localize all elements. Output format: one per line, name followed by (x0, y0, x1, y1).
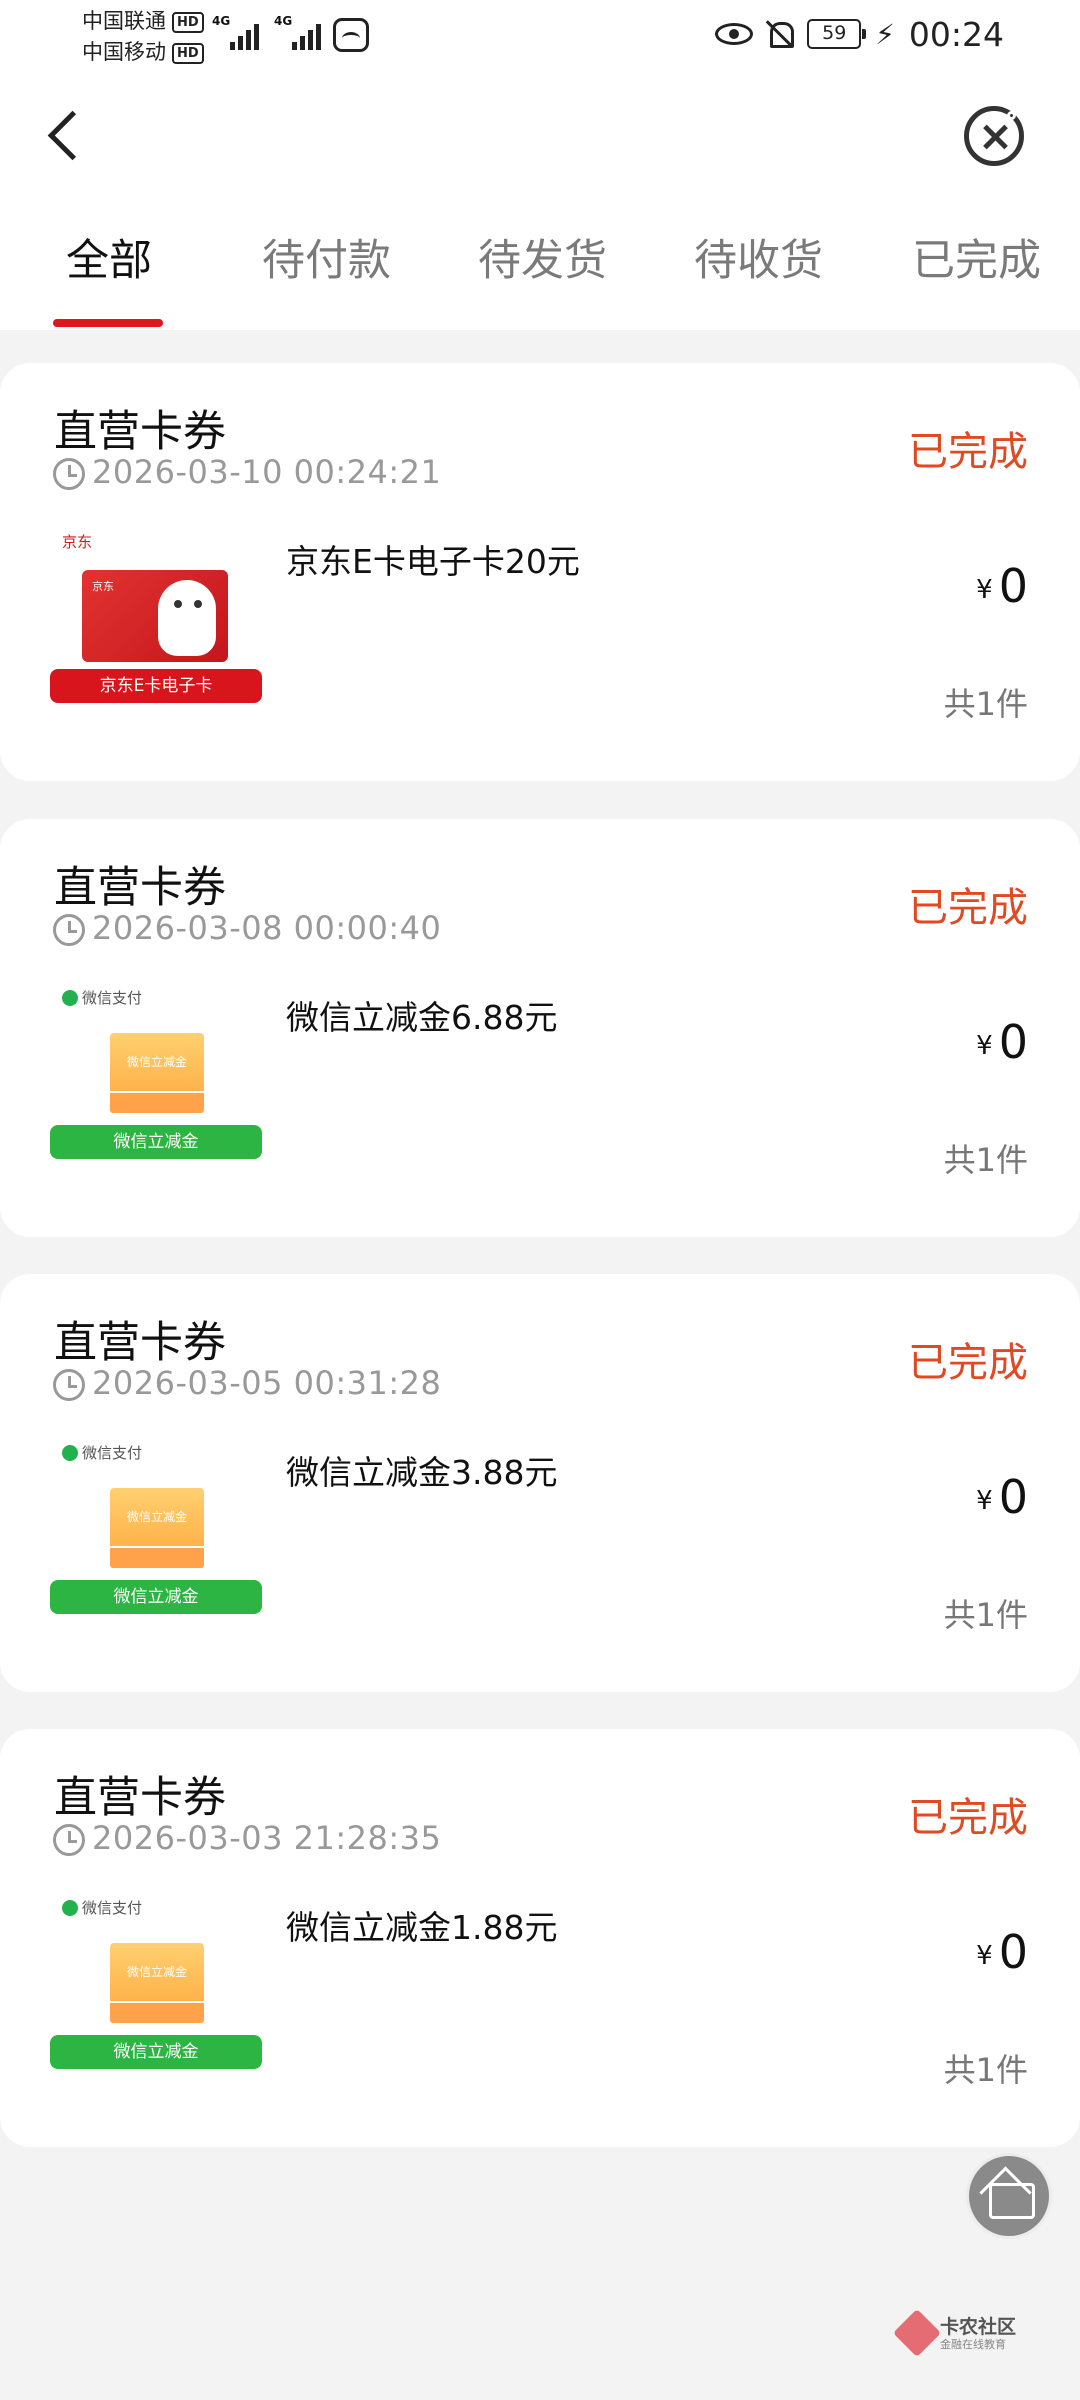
product-thumbnail: 微信支付 微信立减金 微信立减金 (50, 1891, 262, 2101)
eye-icon (715, 23, 754, 45)
bell-muted-icon (767, 20, 795, 48)
brand-label: 微信支付 (62, 987, 142, 1008)
product-name: 微信立减金1.88元 (286, 1908, 558, 1947)
clock-icon (53, 1824, 85, 1856)
product-name: 微信立减金3.88元 (286, 1453, 558, 1492)
product-thumbnail: 微信支付 微信立减金 微信立减金 (50, 981, 262, 1191)
coupon-image: 微信立减金 (110, 1943, 204, 2001)
wechat-pay-icon (62, 1900, 78, 1916)
order-status: 已完成 (908, 1340, 1028, 1386)
thumb-ribbon: 微信立减金 (50, 1125, 262, 1159)
status-bar: 中国联通 HD 中国移动 HD 4G 4G 59 ⚡ 00:24 (0, 0, 1080, 70)
product-thumbnail: 微信支付 微信立减金 微信立减金 (50, 1436, 262, 1646)
order-time: 2026-03-03 21:28:35 (92, 1819, 442, 1857)
wechat-pay-icon (62, 990, 78, 1006)
clock-icon (53, 914, 85, 946)
speedometer-icon (333, 18, 369, 52)
hd-badge: HD (172, 12, 204, 33)
product-name: 微信立减金6.88元 (286, 998, 558, 1037)
thumb-ribbon: 微信立减金 (50, 2035, 262, 2069)
wechat-pay-icon (62, 1445, 78, 1461)
shop-name: 直营卡券 (54, 407, 226, 457)
order-status: 已完成 (908, 885, 1028, 931)
coupon-image: 微信立减金 (110, 1488, 204, 1546)
thumb-ribbon: 微信立减金 (50, 1580, 262, 1614)
carrier-2: 中国移动 (82, 40, 166, 64)
order-card[interactable]: 直营卡券 2026-03-05 00:31:28 已完成 微信支付 微信立减金 … (0, 1274, 1080, 1692)
home-icon[interactable] (966, 2153, 1052, 2239)
watermark-logo-icon (892, 2308, 942, 2358)
product-thumbnail: 京东 京东 京东E卡电子卡 (50, 525, 262, 735)
clock: 00:24 (908, 14, 1004, 54)
order-card[interactable]: 直营卡券 2026-03-08 00:00:40 已完成 微信支付 微信立减金 … (0, 819, 1080, 1237)
coupon-image: 微信立减金 (110, 1033, 204, 1091)
tab-all[interactable]: 全部 (66, 226, 152, 288)
back-button[interactable] (38, 100, 98, 170)
hd-badge: HD (172, 43, 204, 64)
carrier-1: 中国联通 (82, 9, 166, 33)
close-circle-icon (1007, 111, 1016, 120)
order-time: 2026-03-05 00:31:28 (92, 1364, 442, 1402)
order-card[interactable]: 直营卡券 2026-03-10 00:24:21 已完成 京东 京东 京东E卡电… (0, 363, 1080, 781)
order-status: 已完成 (908, 429, 1028, 475)
product-price: ¥0 (976, 1015, 1028, 1069)
shop-name: 直营卡券 (54, 1318, 226, 1368)
order-status: 已完成 (908, 1795, 1028, 1841)
clock-icon (53, 1369, 85, 1401)
product-quantity: 共1件 (943, 685, 1028, 723)
brand-label: 微信支付 (62, 1442, 142, 1463)
thumb-ribbon: 京东E卡电子卡 (50, 669, 262, 703)
product-quantity: 共1件 (943, 1596, 1028, 1634)
product-price: ¥0 (976, 1470, 1028, 1524)
tab-pending-receipt[interactable]: 待收货 (694, 226, 823, 288)
shop-name: 直营卡券 (54, 863, 226, 913)
battery-icon: 59 (807, 19, 867, 49)
order-time: 2026-03-08 00:00:40 (92, 909, 442, 947)
order-tabs: 全部 待付款 待发货 待收货 已完成 (0, 226, 1080, 327)
brand-label: 京东 (62, 533, 93, 551)
shop-name: 直营卡券 (54, 1773, 226, 1823)
tab-pending-payment[interactable]: 待付款 (262, 226, 391, 288)
brand-label: 微信支付 (62, 1897, 142, 1918)
coupon-edge (110, 1548, 204, 1568)
battery-level: 59 (822, 22, 847, 44)
order-card[interactable]: 直营卡券 2026-03-03 21:28:35 已完成 微信支付 微信立减金 … (0, 1729, 1080, 2147)
carrier-info: 中国联通 HD 中国移动 HD (82, 6, 204, 68)
product-name: 京东E卡电子卡20元 (286, 542, 580, 581)
tab-pending-shipment[interactable]: 待发货 (478, 226, 607, 288)
charging-icon: ⚡ (875, 17, 895, 51)
clock-icon (53, 458, 85, 490)
status-right: 59 ⚡ 00:24 (715, 12, 1004, 56)
order-time: 2026-03-10 00:24:21 (92, 453, 442, 491)
jd-card-image: 京东 (82, 570, 228, 662)
card-brand: 京东 (92, 580, 114, 593)
product-quantity: 共1件 (943, 2051, 1028, 2089)
top-bar: 中国联通 HD 中国移动 HD 4G 4G 59 ⚡ 00:24 全部 待付款 待发… (0, 0, 1080, 330)
product-price: ¥0 (976, 1925, 1028, 1979)
coupon-edge (110, 1093, 204, 1113)
product-price: ¥0 (976, 559, 1028, 613)
coupon-edge (110, 2003, 204, 2023)
watermark-title: 卡农社区 (940, 2316, 1017, 2338)
mascot-icon (158, 580, 216, 656)
product-quantity: 共1件 (943, 1141, 1028, 1179)
watermark-subtitle: 金融在线教育 (940, 2338, 1006, 2351)
tab-indicator (53, 319, 163, 327)
tab-completed[interactable]: 已完成 (912, 226, 1041, 288)
